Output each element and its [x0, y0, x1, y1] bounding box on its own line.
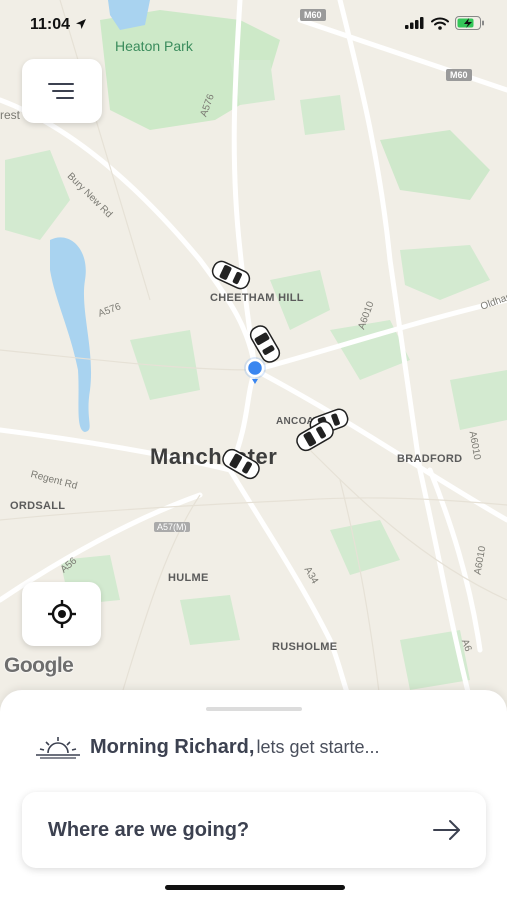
wifi-icon: [431, 17, 449, 30]
signal-icon: [405, 17, 424, 29]
greeting-subtext: lets get starte...: [256, 736, 380, 757]
road-label: A57(M): [154, 522, 190, 532]
area-label: BRADFORD: [397, 453, 463, 465]
area-label: HULME: [168, 572, 209, 584]
area-label: ORDSALL: [10, 500, 66, 512]
greeting-name: Morning Richard,: [90, 735, 255, 758]
area-label: RUSHOLME: [272, 641, 338, 653]
google-attribution: Google: [4, 654, 74, 677]
bottom-sheet[interactable]: Morning Richard, lets get starte... Wher…: [0, 690, 507, 900]
status-bar: 11:04: [0, 0, 507, 48]
destination-search-button[interactable]: Where are we going?: [22, 792, 486, 868]
status-time: 11:04: [30, 16, 87, 34]
menu-button[interactable]: [22, 59, 102, 123]
recenter-location-button[interactable]: [22, 582, 101, 646]
sheet-drag-handle[interactable]: [206, 707, 302, 711]
destination-prompt: Where are we going?: [48, 819, 250, 841]
greeting: Morning Richard, lets get starte...: [36, 734, 380, 760]
road-label: rest: [0, 108, 21, 122]
area-label: CHEETHAM HILL: [210, 292, 304, 304]
home-indicator[interactable]: [165, 885, 345, 890]
arrow-right-icon: [433, 820, 460, 840]
crosshair-icon: [47, 600, 76, 628]
current-location-marker: [244, 357, 266, 384]
battery-charging-icon: [455, 16, 484, 30]
hamburger-menu-icon: [48, 83, 74, 99]
motorway-shield: M60: [446, 69, 472, 81]
sunrise-icon: [36, 737, 80, 759]
location-arrow-icon: [75, 19, 86, 29]
